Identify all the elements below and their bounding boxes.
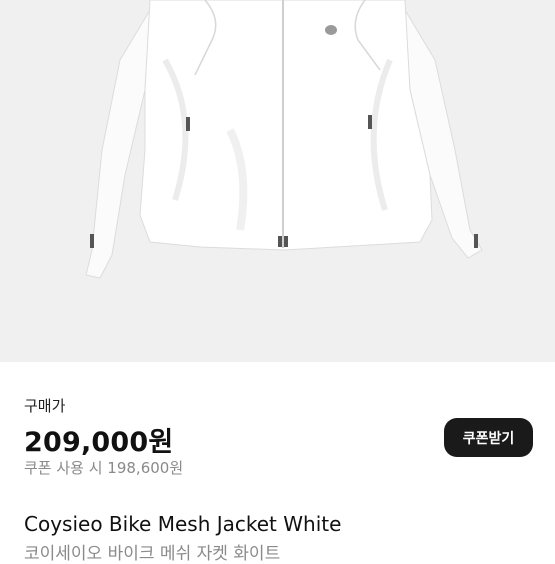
jacket-illustration — [85, 0, 483, 279]
get-coupon-button[interactable]: 쿠폰받기 — [444, 418, 533, 457]
price: 209,000원 — [24, 427, 174, 458]
product-title: Coysieo Bike Mesh Jacket White — [24, 512, 342, 536]
product-image[interactable] — [0, 0, 555, 362]
product-subtitle: 코이세이오 바이크 메쉬 자켓 화이트 — [24, 544, 281, 564]
coupon-price: 쿠폰 사용 시 198,600원 — [24, 459, 184, 477]
price-label: 구매가 — [24, 397, 66, 415]
